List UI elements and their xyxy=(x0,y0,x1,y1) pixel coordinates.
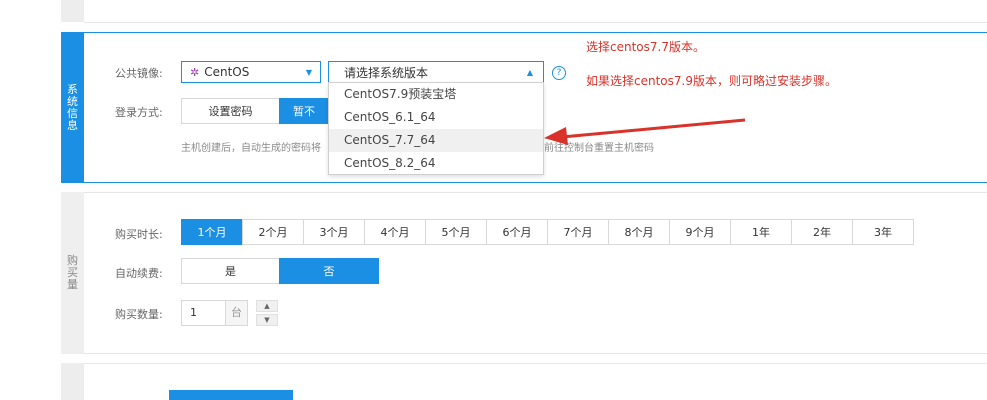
decrement-icon[interactable]: ▼ xyxy=(256,314,278,326)
dropdown-option-centos79-bt[interactable]: CentOS7.9预装宝塔 xyxy=(329,83,543,106)
login-method-label: 登录方式: xyxy=(115,106,163,119)
login-option-password[interactable]: 设置密码 xyxy=(181,98,280,124)
increment-icon[interactable]: ▲ xyxy=(256,300,278,312)
duration-8m[interactable]: 8个月 xyxy=(608,219,670,245)
top-section-sidebar xyxy=(61,0,84,22)
image-select-value: CentOS xyxy=(204,65,250,79)
public-image-label: 公共镜像: xyxy=(115,67,163,80)
duration-6m[interactable]: 6个月 xyxy=(486,219,548,245)
version-dropdown: CentOS7.9预装宝塔 CentOS_6.1_64 CentOS_7.7_6… xyxy=(328,82,544,175)
duration-7m[interactable]: 7个月 xyxy=(547,219,609,245)
confirm-button[interactable] xyxy=(169,390,293,400)
top-section-divider xyxy=(84,22,987,23)
purchase-tab: 购买量 xyxy=(61,192,84,354)
duration-2y[interactable]: 2年 xyxy=(791,219,853,245)
duration-5m[interactable]: 5个月 xyxy=(425,219,487,245)
quantity-unit: 台 xyxy=(226,300,248,326)
auto-renew-no[interactable]: 否 xyxy=(279,258,379,284)
chevron-up-icon: ▲ xyxy=(526,67,533,77)
duration-9m[interactable]: 9个月 xyxy=(669,219,731,245)
login-option-later[interactable]: 暂不 xyxy=(279,98,329,124)
annotation-line-2: 如果选择centos7.9版本，则可略过安装步骤。 xyxy=(586,74,837,88)
section-gap xyxy=(61,183,987,192)
quantity-input[interactable]: 1 xyxy=(181,300,226,326)
duration-3y[interactable]: 3年 xyxy=(852,219,914,245)
duration-3m[interactable]: 3个月 xyxy=(303,219,365,245)
centos-logo-icon: ✲ xyxy=(190,65,200,79)
version-select[interactable]: 请选择系统版本 ▲ xyxy=(328,61,544,83)
purchase-top-border xyxy=(84,192,987,193)
auto-renew-yes[interactable]: 是 xyxy=(181,258,280,284)
auto-renew-selector: 是 否 xyxy=(181,258,379,284)
auto-renew-label: 自动续费: xyxy=(115,267,163,280)
system-info-tab: 系统信息 xyxy=(61,32,84,183)
annotation-arrow-icon xyxy=(544,118,746,145)
login-hint-text: 主机创建后，自动生成的密码将 xyxy=(181,143,321,154)
purchase-bottom-border xyxy=(84,353,987,354)
duration-1y[interactable]: 1年 xyxy=(730,219,792,245)
image-select[interactable]: ✲ CentOS ▼ xyxy=(181,61,321,83)
duration-2m[interactable]: 2个月 xyxy=(242,219,304,245)
bottom-section-sidebar xyxy=(61,363,84,400)
duration-1m[interactable]: 1个月 xyxy=(181,219,243,245)
dropdown-option-centos77[interactable]: CentOS_7.7_64 xyxy=(329,129,543,152)
duration-4m[interactable]: 4个月 xyxy=(364,219,426,245)
quantity-label: 购买数量: xyxy=(115,308,163,321)
version-select-placeholder: 请选择系统版本 xyxy=(344,65,429,80)
dropdown-option-centos82[interactable]: CentOS_8.2_64 xyxy=(329,152,543,175)
duration-selector: 1个月 2个月 3个月 4个月 5个月 6个月 7个月 8个月 9个月 1年 2… xyxy=(181,219,914,245)
chevron-down-icon: ▼ xyxy=(305,67,312,77)
help-icon[interactable]: ? xyxy=(552,66,566,80)
dropdown-option-centos61[interactable]: CentOS_6.1_64 xyxy=(329,106,543,129)
bottom-section-divider xyxy=(84,363,987,364)
duration-label: 购买时长: xyxy=(115,228,163,241)
login-method-selector: 设置密码 暂不 xyxy=(181,98,329,124)
annotation-line-1: 选择centos7.7版本。 xyxy=(586,40,705,54)
